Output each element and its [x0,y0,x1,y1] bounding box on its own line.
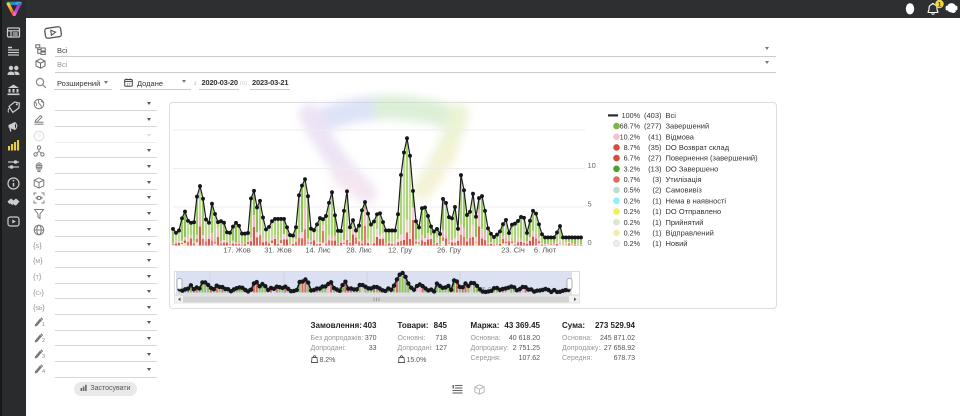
svg-text:Завершений: Завершений [666,122,710,131]
svg-text:8.7%: 8.7% [624,143,641,152]
svg-text:(1): (1) [652,218,662,227]
svg-text:(2): (2) [652,186,662,195]
svg-text:DO Завершено: DO Завершено [666,164,719,173]
svg-text:0.5%: 0.5% [624,186,641,195]
svg-text:Нема в наявності: Нема в наявності [666,196,727,205]
svg-text:Прийнятий: Прийнятий [666,218,704,227]
svg-text:0.2%: 0.2% [624,228,641,237]
svg-text:3.2%: 3.2% [624,164,641,173]
svg-text:(277): (277) [644,122,662,131]
svg-text:(1): (1) [652,207,662,216]
svg-text:0.7%: 0.7% [624,175,641,184]
svg-text:(27): (27) [648,154,662,163]
svg-text:100%: 100% [622,111,641,120]
svg-text:(13): (13) [648,164,662,173]
svg-text:(1): (1) [652,228,662,237]
svg-text:0.2%: 0.2% [624,218,641,227]
svg-text:Самовивіз: Самовивіз [666,186,703,195]
svg-text:10.2%: 10.2% [620,132,641,141]
svg-text:0.2%: 0.2% [624,239,641,248]
svg-text:0.2%: 0.2% [624,207,641,216]
svg-text:DO Возврат склад: DO Возврат склад [666,143,730,152]
svg-text:Утилізація: Утилізація [666,175,702,184]
svg-text:(1): (1) [652,239,662,248]
svg-text:Повернення (завершений): Повернення (завершений) [666,154,759,163]
svg-text:Відправлений: Відправлений [666,228,714,237]
svg-text:Всі: Всі [666,111,677,120]
svg-text:(41): (41) [648,132,662,141]
svg-text:Відмова: Відмова [666,132,695,141]
svg-text:(35): (35) [648,143,662,152]
svg-text:0.2%: 0.2% [624,196,641,205]
svg-text:6.7%: 6.7% [624,154,641,163]
svg-text:(1): (1) [652,196,662,205]
svg-text:(403): (403) [644,111,662,120]
svg-text:(3): (3) [652,175,662,184]
svg-text:68.7%: 68.7% [620,122,641,131]
svg-text:DO Отправлено: DO Отправлено [666,207,722,216]
svg-text:Новий: Новий [666,239,688,248]
